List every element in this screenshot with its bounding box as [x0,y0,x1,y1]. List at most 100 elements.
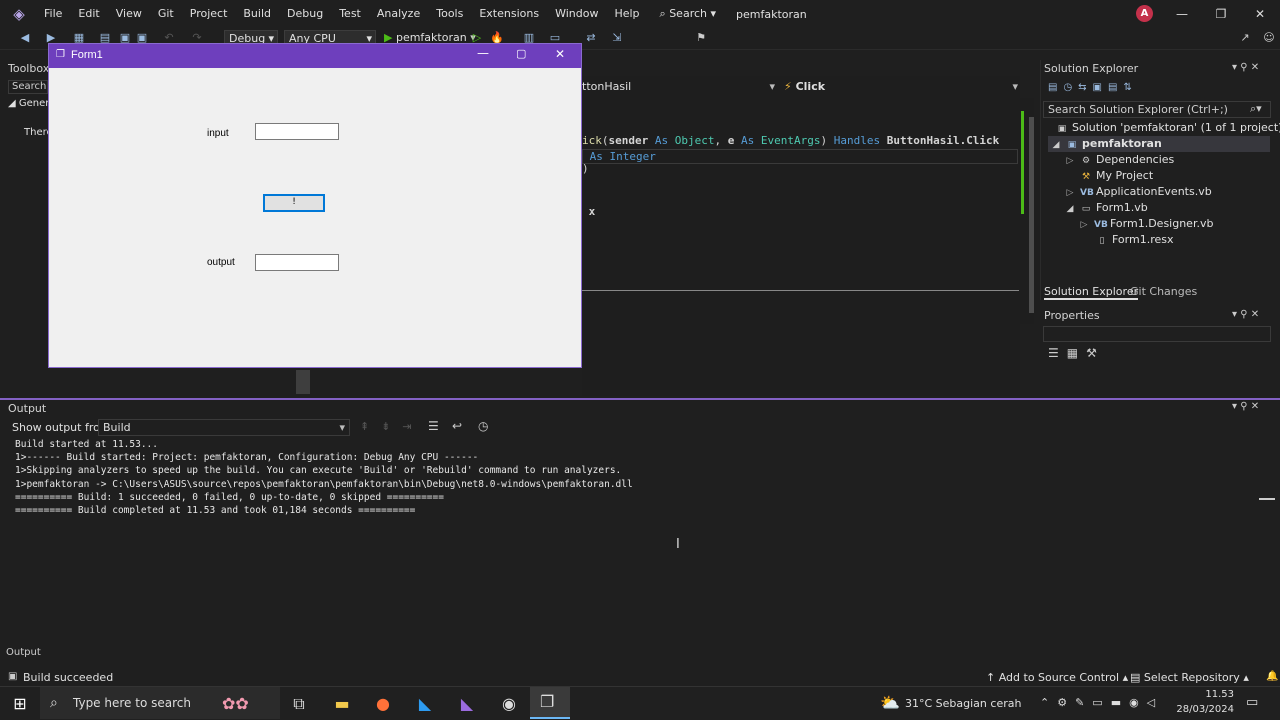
menu-tools[interactable]: Tools [428,0,471,28]
share-icon[interactable]: ↗ [1238,31,1252,45]
tab-solution-explorer[interactable]: Solution Explorer [1044,285,1139,300]
solution-toolbar-icons[interactable]: ▤◷⇆▣▤⇅ [1048,82,1228,96]
scrollbar-thumb[interactable] [1029,117,1034,313]
scrollbar-thumb[interactable] [1259,498,1275,500]
output-line: Build started at 11.53... [15,439,158,450]
panel-options-icon[interactable]: ▾ ⚲ ✕ [1232,309,1259,320]
minimize-icon[interactable]: — [477,46,489,60]
output-source-dropdown[interactable]: Build ▾ [98,419,350,436]
input-textbox[interactable] [255,123,339,140]
back-icon[interactable]: ◀ [18,31,32,45]
menu-test[interactable]: Test [331,0,369,28]
menu-window[interactable]: Window [547,0,606,28]
taskbar-search-input[interactable]: Type here to search [73,696,191,710]
toolbox-section-general[interactable]: ◢ Gener [8,98,48,109]
file-explorer-icon[interactable]: ▬ [331,693,353,715]
windows-start-icon[interactable]: ⊞ [9,693,31,715]
add-source-control-button[interactable]: ↑ Add to Source Control ▴ [986,671,1128,684]
output-textbox[interactable] [255,254,339,271]
timestamp-icon[interactable]: ◷ [478,419,488,433]
solution-search-input[interactable]: Search Solution Explorer (Ctrl+;) [1043,101,1271,118]
output-nav-icons[interactable]: ⇞⇟⇥ [360,420,424,433]
output-horizontal-scrollbar[interactable] [8,632,1256,640]
panel-options-icon[interactable]: ▾ ⚲ ✕ [1232,401,1259,412]
menu-analyze[interactable]: Analyze [369,0,428,28]
weather-text[interactable]: 31°C Sebagian cerah [905,697,1021,710]
notifications-icon[interactable]: 🔔 [1266,671,1278,682]
form1-title-bar[interactable]: ❐ Form1 — ▢ ✕ [49,44,581,68]
system-tray-icons[interactable]: ⌃⚙✎▭▬◉◁ [1040,696,1163,709]
menu-view[interactable]: View [108,0,150,28]
tab-git-changes[interactable]: Git Changes [1130,285,1197,298]
menu-git[interactable]: Git [150,0,182,28]
status-icon: ▣ [8,671,18,682]
form1-taskbar-button[interactable]: ❐ [530,687,570,719]
menu-extensions[interactable]: Extensions [471,0,547,28]
hasil-button[interactable]: ! [263,194,325,212]
output-scrollbar[interactable] [1262,440,1272,630]
menu-edit[interactable]: Edit [70,0,107,28]
tree-item-form1[interactable]: ◢ ▭ Form1.vb [1064,200,1148,216]
menu-build[interactable]: Build [235,0,279,28]
clear-all-icon[interactable]: ☰ [428,419,439,433]
code-editor[interactable] [582,76,1020,396]
tree-item-solution[interactable]: ▣ Solution 'pemfaktoran' (1 of 1 project) [1056,120,1280,136]
clock-date[interactable]: 28/03/2024 [1172,704,1234,715]
menu-project[interactable]: Project [182,0,236,28]
menu-debug[interactable]: Debug [279,0,331,28]
form-icon: ❐ [540,692,555,711]
obs-icon[interactable]: ◉ [498,693,520,715]
form-icon: ❐ [56,49,65,60]
notification-center-icon[interactable]: ▭ [1246,695,1258,710]
horizontal-scrollbar-thumb[interactable] [296,370,310,394]
tab-output[interactable]: Output [6,647,41,658]
minimize-icon[interactable]: — [1162,0,1202,28]
search-icon[interactable]: ⌕▾ [1250,102,1262,116]
vscode-icon[interactable]: ◣ [414,693,436,715]
visual-studio-icon[interactable]: ◣ [456,693,478,715]
tree-item-dependencies[interactable]: ▷ ⚙ Dependencies [1064,152,1175,168]
menu-bar: ◈ File Edit View Git Project Build Debug… [0,0,1280,28]
code-line: x [582,205,596,218]
vb-file-icon: VB [1094,220,1108,230]
lightning-icon: ⚡ [784,80,792,93]
collapse-icon: ◢ [1052,140,1060,150]
firefox-icon[interactable]: ● [372,693,394,715]
word-wrap-icon[interactable]: ↩ [452,419,462,433]
tree-item-form1-designer[interactable]: ▷ VB Form1.Designer.vb [1078,216,1214,232]
tree-item-project[interactable]: ◢ ▣ pemfaktoran [1048,136,1270,152]
editor-splitter[interactable] [582,290,1019,291]
panel-options-icon[interactable]: ▾ ⚲ ✕ [1232,62,1259,73]
repository-icon: ▤ [1130,671,1144,684]
menu-help[interactable]: Help [606,0,647,28]
toolbar-tool-icon[interactable]: ⇄ [584,31,598,45]
expand-icon: ▷ [1066,188,1074,198]
feedback-icon[interactable]: ☺ [1262,31,1276,45]
tree-item-application-events[interactable]: ▷ VB ApplicationEvents.vb [1064,184,1212,200]
toolbar-tool-icon[interactable]: ⇲ [610,31,624,45]
bookmark-icon[interactable]: ⚑ [694,31,708,45]
visual-studio-logo-icon[interactable]: ◈ [10,5,28,23]
task-view-icon[interactable]: ⧉ [288,693,310,715]
close-icon[interactable]: ✕ [555,47,565,61]
restore-icon[interactable]: ❐ [1201,0,1241,28]
search-button[interactable]: ⌕ Search ▾ [654,7,723,21]
avatar[interactable]: A [1136,5,1153,22]
tree-item-my-project[interactable]: ⚒ My Project [1080,168,1153,184]
toolbox-search-input[interactable]: Search T [8,80,48,94]
clock-time[interactable]: 11.53 [1182,689,1234,700]
menu-file[interactable]: File [36,0,70,28]
member-dropdown[interactable]: ttonHasil ▾ [582,78,777,95]
output-line: 1>------ Build started: Project: pemfakt… [15,452,479,463]
maximize-icon[interactable]: ▢ [516,47,526,60]
output-line: ========== Build completed at 11.53 and … [15,505,416,516]
chevron-down-icon: ▾ [339,421,345,434]
tree-item-form1-resx[interactable]: ▯ Form1.resx [1096,232,1174,248]
properties-toolbar-icons[interactable]: ☰▦⚒ [1048,346,1105,360]
close-icon[interactable]: ✕ [1240,0,1280,28]
properties-object-dropdown[interactable] [1043,326,1271,342]
select-repository-button[interactable]: ▤ Select Repository ▴ [1130,671,1249,684]
form1-window[interactable]: ❐ Form1 — ▢ ✕ input ! output [48,43,582,368]
solution-explorer-panel [1040,60,1280,300]
event-dropdown[interactable]: ⚡ Click ▾ [784,78,1020,95]
